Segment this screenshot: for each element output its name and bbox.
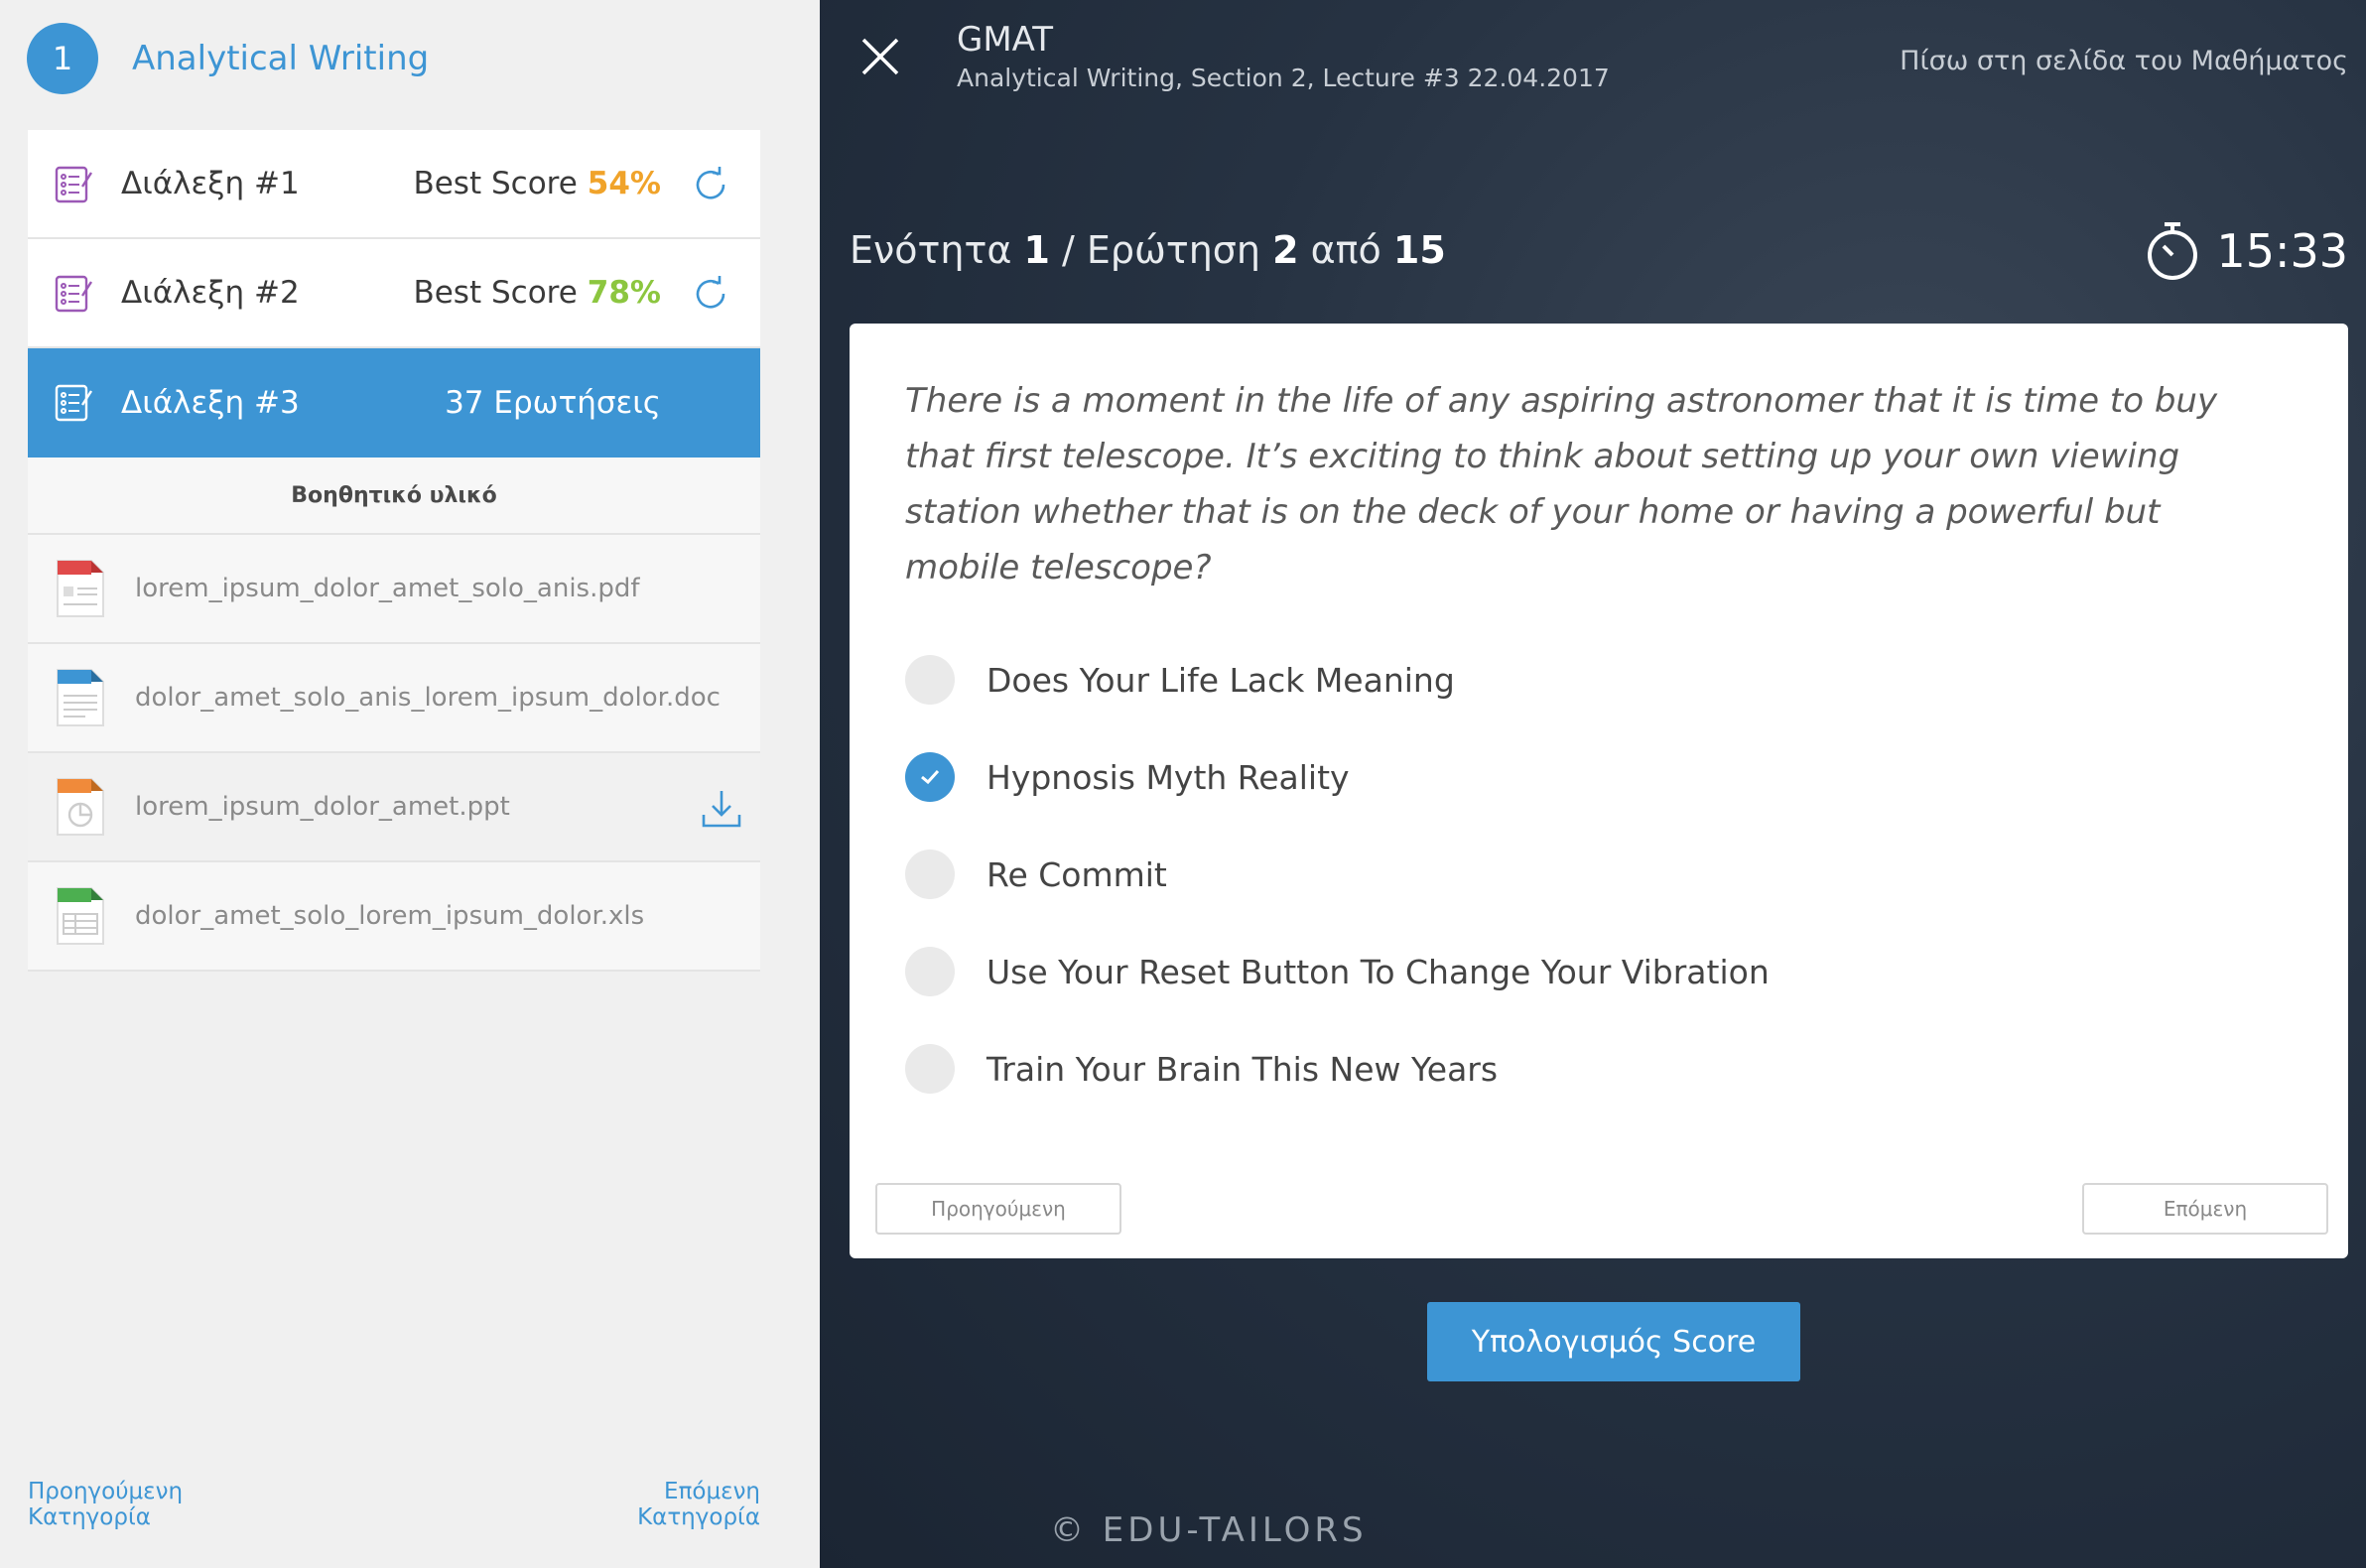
xls-file-icon (57, 887, 104, 945)
next-category-line1: Επόμενη (664, 1479, 760, 1504)
file-item-doc[interactable]: dolor_amet_solo_anis_lorem_ipsum_dolor.d… (28, 644, 760, 753)
question-card: There is a moment in the life of any asp… (850, 324, 2348, 1258)
quiz-timer: 15:33 (2145, 220, 2348, 282)
quiz-list-icon (55, 166, 93, 203)
lecture-best-score: Best Score 78% (413, 275, 661, 311)
lecture-title: Διάλεξη #2 (121, 275, 300, 311)
answer-options: Does Your Life Lack Meaning Hypnosis Myt… (905, 631, 1770, 1117)
lecture-question-count: 37 Ερωτήσεις (445, 385, 661, 421)
answer-option[interactable]: Re Commit (905, 826, 1770, 923)
section-header[interactable]: 1 Analytical Writing (27, 23, 429, 94)
close-icon[interactable] (859, 36, 901, 77)
section-title: Analytical Writing (132, 39, 430, 78)
best-score-label: Best Score (413, 275, 578, 311)
brand-footer: © EDU-TAILORS (1050, 1510, 1368, 1550)
answer-option-selected[interactable]: Hypnosis Myth Reality (905, 728, 1770, 826)
best-score-value: 54% (587, 166, 661, 201)
answer-label: Does Your Life Lack Meaning (986, 660, 1455, 700)
lecture-best-score: Best Score 54% (413, 166, 661, 201)
radio-button[interactable] (905, 655, 955, 705)
course-title: GMAT (957, 20, 1054, 60)
answer-label: Re Commit (986, 854, 1167, 894)
lecture-item-2[interactable]: Διάλεξη #2 Best Score 78% (28, 239, 760, 348)
quiz-list-icon (55, 384, 93, 422)
doc-file-icon (57, 669, 104, 726)
file-name: dolor_amet_solo_anis_lorem_ipsum_dolor.d… (135, 683, 721, 713)
best-score-label: Best Score (413, 166, 578, 201)
prev-category-line2: Κατηγορία (28, 1504, 151, 1530)
of-label: από (1310, 228, 1381, 272)
course-subtitle: Analytical Writing, Section 2, Lecture #… (957, 64, 1610, 92)
timer-value: 15:33 (2216, 224, 2348, 278)
sidebar: 1 Analytical Writing Διάλεξη #1 Best Sco… (0, 0, 820, 1568)
section-label: Ενότητα (850, 228, 1012, 272)
materials-heading: Βοηθητικό υλικό (28, 457, 760, 535)
radio-button[interactable] (905, 849, 955, 899)
quiz-list-icon (55, 275, 93, 313)
ppt-file-icon (57, 778, 104, 836)
calculate-score-button[interactable]: Υπολογισμός Score (1427, 1302, 1800, 1381)
radio-button[interactable] (905, 947, 955, 996)
answer-label: Train Your Brain This New Years (986, 1049, 1499, 1089)
retry-icon[interactable] (691, 274, 730, 314)
answer-option[interactable]: Does Your Life Lack Meaning (905, 631, 1770, 728)
quiz-panel: GMAT Analytical Writing, Section 2, Lect… (820, 0, 2366, 1568)
prev-category-line1: Προηγούμενη (28, 1479, 184, 1504)
previous-question-button[interactable]: Προηγούμενη (875, 1183, 1121, 1235)
question-label: / Ερώτηση (1062, 228, 1260, 272)
stopwatch-icon (2148, 222, 2198, 280)
file-name: lorem_ipsum_dolor_amet_solo_anis.pdf (135, 574, 640, 603)
section-number-badge: 1 (27, 23, 98, 94)
answer-label: Use Your Reset Button To Change Your Vib… (986, 952, 1770, 991)
lecture-item-3-active[interactable]: Διάλεξη #3 37 Ερωτήσεις (28, 348, 760, 457)
next-category-link[interactable]: Επόμενη Κατηγορία (637, 1479, 760, 1530)
download-icon[interactable] (701, 789, 742, 829)
file-item-pdf[interactable]: lorem_ipsum_dolor_amet_solo_anis.pdf (28, 535, 760, 644)
prev-category-link[interactable]: Προηγούμενη Κατηγορία (28, 1479, 183, 1530)
radio-button[interactable] (905, 1044, 955, 1094)
question-text: There is a moment in the life of any asp… (905, 381, 2218, 588)
lecture-title: Διάλεξη #1 (121, 166, 300, 201)
checkmark-icon (921, 769, 940, 785)
quiz-progress: Ενότητα 1 / Ερώτηση 2 από 15 (850, 228, 1446, 272)
retry-icon[interactable] (691, 165, 730, 204)
pdf-file-icon (57, 560, 104, 617)
answer-label: Hypnosis Myth Reality (986, 757, 1350, 797)
file-item-xls[interactable]: dolor_amet_solo_lorem_ipsum_dolor.xls (28, 862, 760, 972)
file-name: lorem_ipsum_dolor_amet.ppt (135, 792, 510, 822)
lecture-item-1[interactable]: Διάλεξη #1 Best Score 54% (28, 130, 760, 239)
radio-button-checked[interactable] (905, 752, 955, 802)
lecture-list: Διάλεξη #1 Best Score 54% Διάλεξη #2 Best… (28, 130, 760, 972)
total-value: 15 (1392, 228, 1446, 272)
file-name: dolor_amet_solo_lorem_ipsum_dolor.xls (135, 901, 645, 931)
best-score-value: 78% (587, 275, 661, 311)
back-to-course-link[interactable]: Πίσω στη σελίδα του Μαθήματος (1900, 46, 2348, 76)
next-question-button[interactable]: Επόμενη (2082, 1183, 2328, 1235)
answer-option[interactable]: Train Your Brain This New Years (905, 1020, 1770, 1117)
answer-option[interactable]: Use Your Reset Button To Change Your Vib… (905, 923, 1770, 1020)
lecture-title: Διάλεξη #3 (121, 385, 300, 421)
section-value: 1 (1023, 228, 1050, 272)
file-item-ppt[interactable]: lorem_ipsum_dolor_amet.ppt (28, 753, 760, 862)
question-value: 2 (1272, 228, 1299, 272)
next-category-line2: Κατηγορία (637, 1504, 760, 1530)
